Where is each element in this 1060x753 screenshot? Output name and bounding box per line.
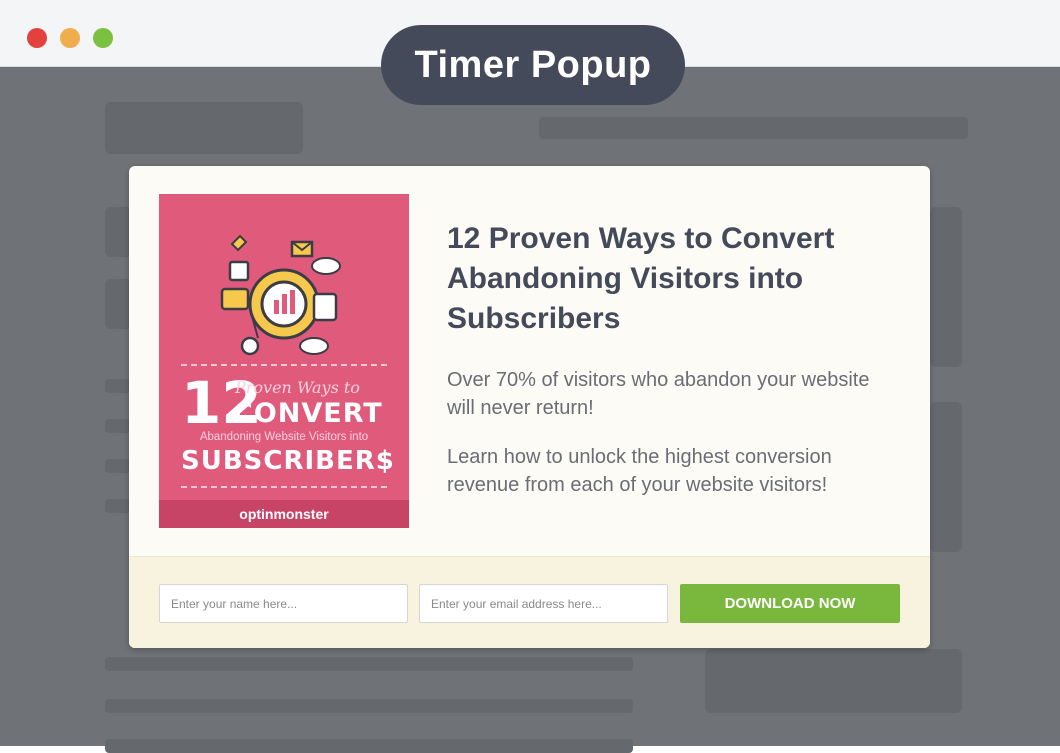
- marketing-illustration-icon: [220, 234, 341, 356]
- placeholder-sidebar: [930, 207, 962, 367]
- popup-headline: 12 Proven Ways to Convert Abandoning Vis…: [447, 222, 835, 335]
- cover-divider: [181, 364, 387, 366]
- cover-tagline: Abandoning Website Visitors into: [199, 431, 369, 443]
- optin-popup: 12 Proven Ways to CONVERT Abandoning Web…: [129, 166, 930, 648]
- ebook-cover: 12 Proven Ways to CONVERT Abandoning Web…: [159, 194, 409, 528]
- placeholder-sidebar: [930, 402, 962, 552]
- popup-description-secondary: Learn how to unlock the highest conversi…: [447, 446, 832, 496]
- placeholder-logo: [105, 102, 303, 154]
- optin-form: DOWNLOAD NOW: [129, 556, 930, 648]
- download-now-button[interactable]: DOWNLOAD NOW: [680, 584, 900, 623]
- cover-brand-logo: optinmonster: [159, 500, 409, 528]
- minimize-window-icon[interactable]: [60, 28, 80, 48]
- popup-description: Over 70% of visitors who abandon your we…: [447, 369, 870, 419]
- placeholder-line: [105, 699, 633, 713]
- cover-divider: [181, 486, 387, 488]
- cover-subscribers: SUBSCRIBER$: [181, 446, 395, 476]
- placeholder-nav: [539, 117, 968, 139]
- placeholder-sidebar: [705, 649, 962, 713]
- name-input[interactable]: [159, 584, 408, 623]
- email-input[interactable]: [419, 584, 668, 623]
- cover-subtitle: Proven Ways to: [235, 378, 360, 397]
- close-window-icon[interactable]: [27, 28, 47, 48]
- popup-type-label: Timer Popup: [381, 25, 685, 105]
- maximize-window-icon[interactable]: [93, 28, 113, 48]
- placeholder-line: [105, 657, 633, 671]
- placeholder-line: [105, 739, 633, 753]
- cover-title: CONVERT: [233, 398, 383, 429]
